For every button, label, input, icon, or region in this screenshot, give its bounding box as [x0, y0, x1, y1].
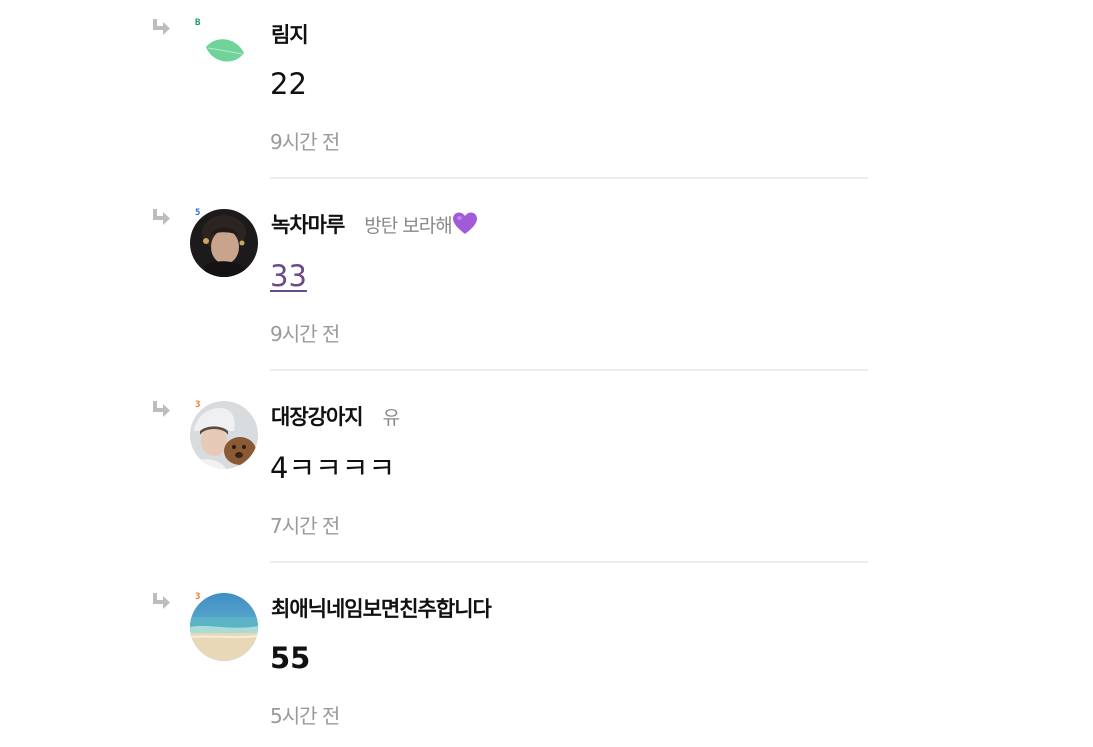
reply-arrow-icon — [153, 593, 170, 609]
avatar[interactable]: 3 — [190, 592, 258, 661]
comment-item: 3 대장강아지 유 4ㅋㅋㅋㅋ 7시간 전 — [0, 384, 1093, 576]
nickname[interactable]: 림지 — [271, 19, 309, 49]
comment-text: 22 — [270, 67, 307, 101]
avatar[interactable]: 5 — [190, 208, 258, 277]
comment-text: 4ㅋㅋㅋㅋ — [270, 451, 396, 485]
leaf-icon — [190, 19, 258, 87]
comment-item: 3 최애닉네임보면친추합니다 55 5시간 전 — [0, 576, 1093, 747]
name-row: 최애닉네임보면친추합니다 — [271, 593, 492, 623]
comment-item: B 림지 22 9시간 전 — [0, 0, 1093, 192]
name-row: 림지 — [271, 19, 309, 49]
profile-photo — [190, 209, 258, 277]
comment-time: 9시간 전 — [270, 130, 340, 154]
reply-arrow-icon — [153, 209, 170, 225]
comment-time: 9시간 전 — [270, 322, 340, 346]
divider — [270, 561, 868, 563]
nickname[interactable]: 최애닉네임보면친추합니다 — [271, 593, 492, 623]
comment-item: 5 녹차마루 방탄 보라해 33 9시간 전 — [0, 192, 1093, 384]
divider — [270, 369, 868, 371]
status-message: 방탄 보라해 — [364, 214, 452, 237]
level-badge: 5 — [195, 208, 201, 218]
comment-text: 55 — [270, 641, 311, 675]
comment-time: 7시간 전 — [270, 514, 340, 538]
comment-list: B 림지 22 9시간 전 5 녹차마루 방탄 보라해 33 9시간 전 3 대… — [0, 0, 1093, 747]
level-badge: B — [195, 18, 201, 28]
divider — [270, 177, 868, 179]
name-row: 대장강아지 유 — [271, 401, 401, 431]
avatar[interactable]: B — [190, 18, 258, 87]
purple-heart-icon — [452, 212, 477, 234]
level-badge: 3 — [195, 400, 201, 410]
status-message: 유 — [382, 406, 401, 429]
comment-text-link[interactable]: 33 — [270, 258, 307, 294]
beach-photo — [190, 593, 258, 661]
comment-time: 5시간 전 — [270, 704, 340, 728]
name-row: 녹차마루 방탄 보라해 — [271, 209, 478, 239]
reply-arrow-icon — [153, 401, 170, 417]
nickname[interactable]: 녹차마루 — [271, 209, 345, 239]
avatar[interactable]: 3 — [190, 400, 258, 469]
profile-photo — [190, 401, 258, 469]
reply-arrow-icon — [153, 19, 170, 35]
level-badge: 3 — [195, 592, 201, 602]
nickname[interactable]: 대장강아지 — [271, 401, 364, 431]
